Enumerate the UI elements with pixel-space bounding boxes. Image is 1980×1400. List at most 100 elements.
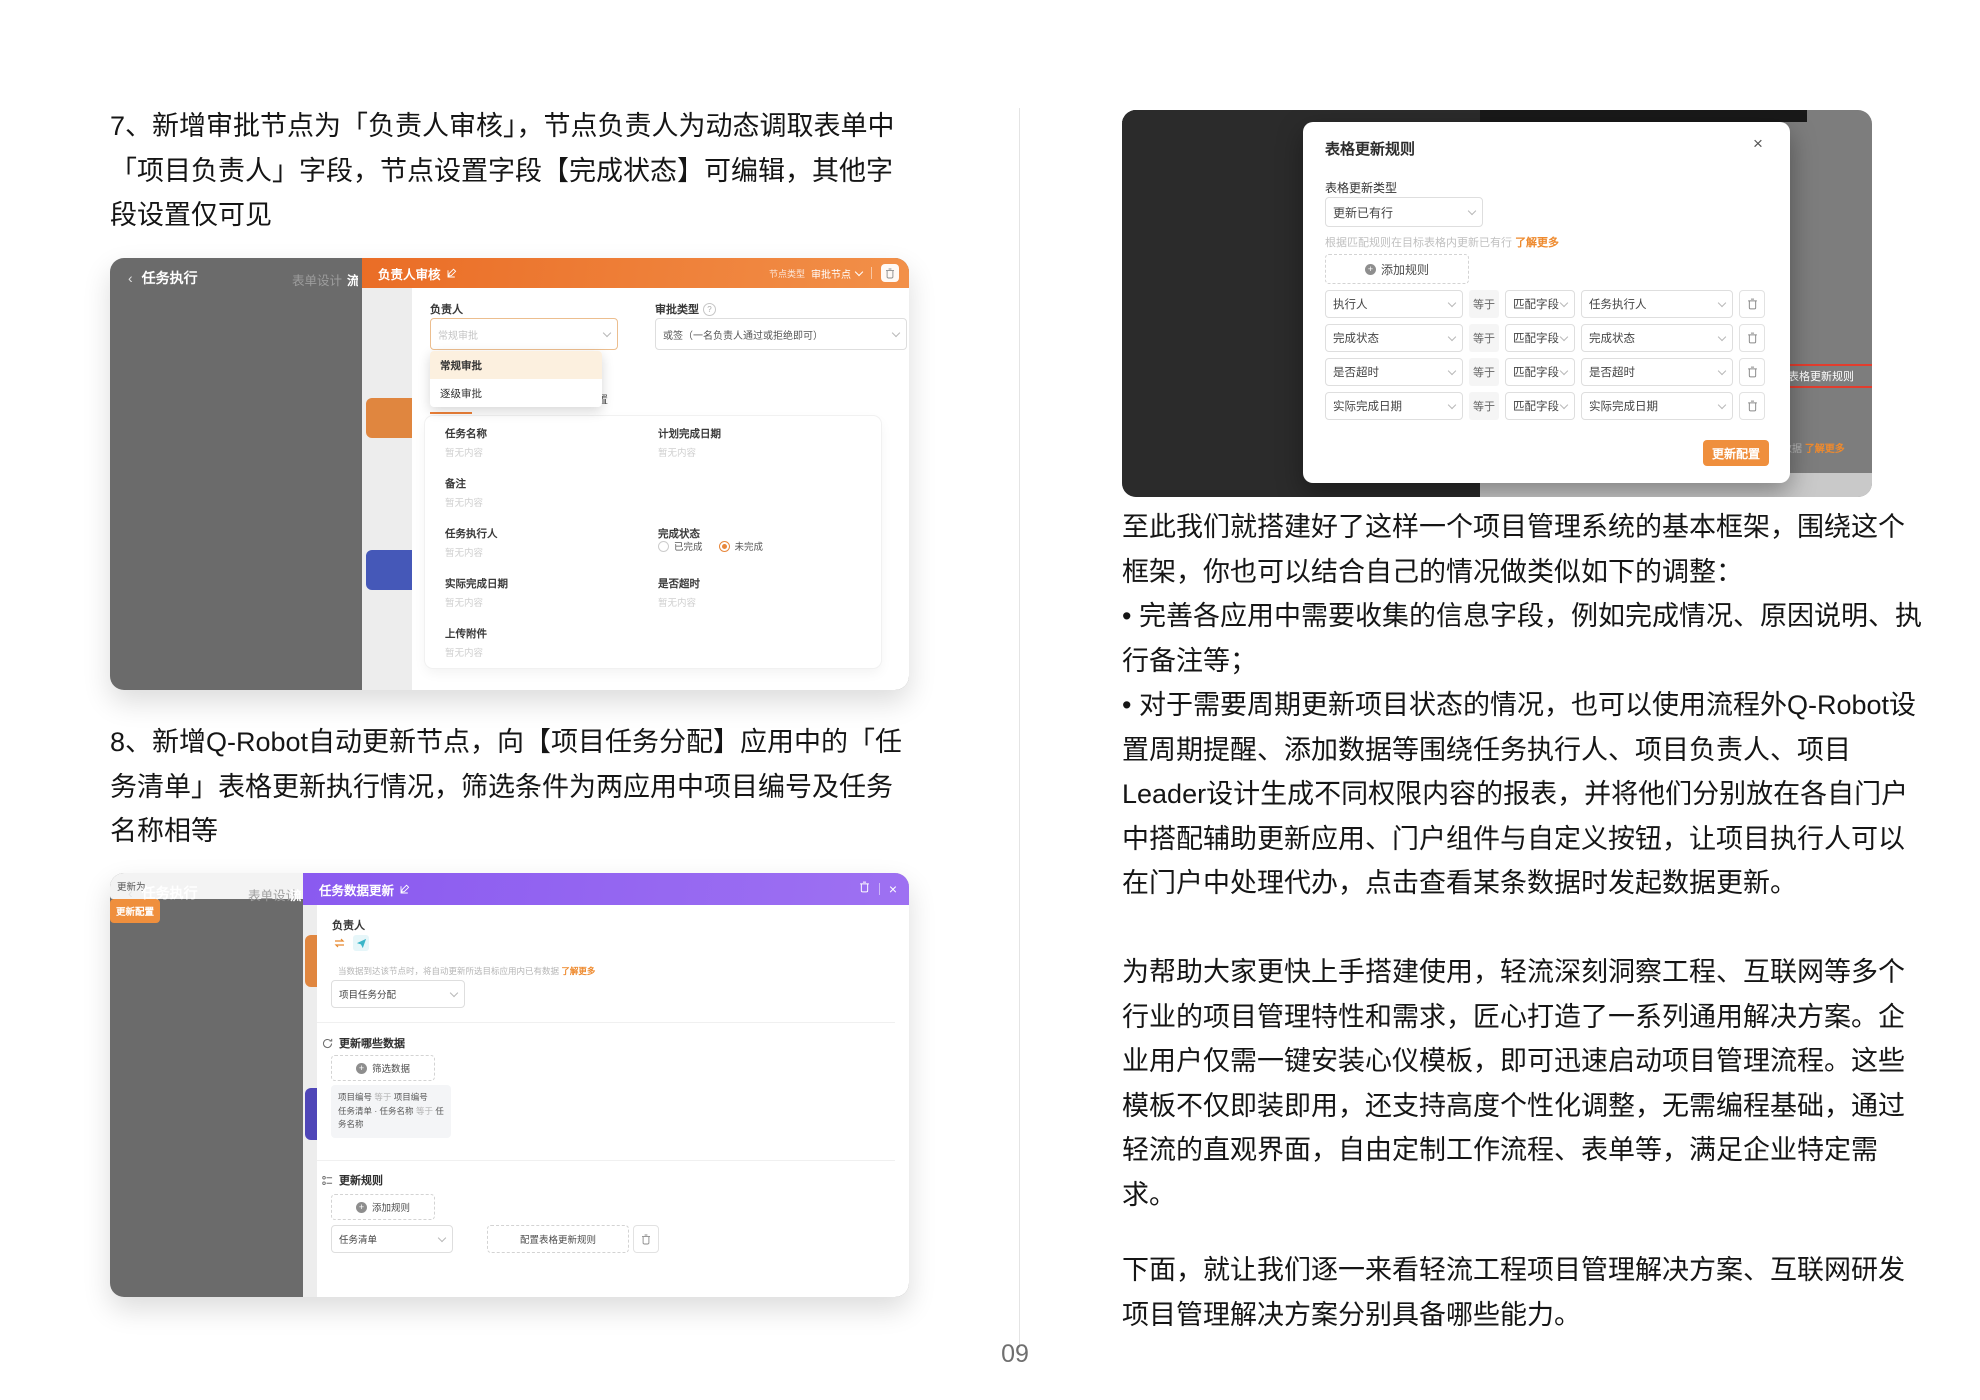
rule-table-select[interactable]: 任务清单 [331, 1225, 453, 1253]
field-empty: 暂无内容 [445, 598, 484, 609]
paragraph-bullet-1: • 完善各应用中需要收集的信息字段，例如完成情况、原因说明、执行备注等； [1122, 601, 1922, 676]
filter-conditions-panel: 项目编号 等于 项目编号 任务清单 · 任务名称 等于 任务名称 [331, 1085, 451, 1138]
add-rule-button[interactable]: + 添加规则 [331, 1194, 435, 1220]
refresh-icon [322, 1038, 333, 1049]
field-empty: 暂无内容 [445, 448, 484, 459]
divider [317, 1022, 895, 1023]
delete-rule-button[interactable] [633, 1225, 659, 1253]
drawer-header: 负责人审核 节点类型 审批节点 [362, 258, 909, 288]
learn-more-link[interactable]: 了解更多 [561, 966, 595, 976]
paragraph-step7: 7、新增审批节点为「负责人审核」，节点负责人为动态调取表单中「项目负责人」字段，… [110, 111, 895, 230]
edit-icon[interactable] [447, 268, 457, 278]
rule-operator: 等于 [1469, 392, 1499, 420]
rule-value-select[interactable]: 任务执行人 [1581, 290, 1733, 318]
dropdown-option-regular[interactable]: 常规审批 [430, 351, 602, 379]
field-label: 是否超时 [658, 578, 700, 590]
field-empty: 暂无内容 [445, 498, 484, 509]
section-update-rules: 更新规则 [322, 1172, 383, 1188]
screenshot-qrobot-node: ‹ 任务执行 表单设计 流 任务数据更新 × 负责人 当数据到达该节点时，将自动更… [110, 873, 909, 1297]
radio-done[interactable]: 已完成 [658, 539, 703, 553]
field-label: 上传附件 [445, 628, 487, 640]
rule-value-select[interactable]: 是否超时 [1581, 358, 1733, 386]
fields-card [425, 416, 881, 668]
radio-circle-icon [658, 540, 669, 552]
owner-placeholder: 常规审批 [438, 330, 478, 342]
owner-select[interactable]: 常规审批 [430, 318, 618, 350]
app-title: 任务执行 [141, 270, 198, 286]
trash-icon [1747, 332, 1757, 344]
flow-node-orange[interactable] [366, 398, 418, 438]
app-title: 任务执行 [141, 885, 198, 901]
dropdown-option-stepwise[interactable]: 逐级审批 [430, 379, 602, 407]
trash-icon [642, 1234, 650, 1244]
configure-table-rules-button[interactable]: 配置表格更新规则 [487, 1225, 629, 1253]
rule-field-select[interactable]: 是否超时 [1325, 358, 1463, 386]
canvas-header: ‹ 任务执行 [128, 883, 198, 903]
chevron-down-icon [891, 328, 901, 337]
add-rule-button[interactable]: + 添加规则 [1325, 254, 1469, 284]
divider [317, 1160, 895, 1161]
delete-rule-button[interactable] [1739, 392, 1765, 420]
rule-match-select[interactable]: 匹配字段 [1505, 358, 1575, 386]
paper-plane-icon[interactable] [353, 935, 369, 951]
swap-icon[interactable] [331, 935, 347, 951]
owner-field-label: 负责人 [430, 304, 463, 316]
back-chevron-icon[interactable]: ‹ [128, 270, 133, 286]
chevron-down-icon [449, 988, 459, 997]
chevron-down-icon [437, 1233, 447, 1242]
filter-data-button[interactable]: + 筛选数据 [331, 1055, 435, 1081]
delete-rule-button[interactable] [1739, 324, 1765, 352]
learn-more-link[interactable]: 了解更多 [1805, 444, 1845, 455]
rule-match-select[interactable]: 匹配字段 [1505, 290, 1575, 318]
rule-operator: 等于 [1469, 358, 1499, 386]
update-type-label: 表格更新类型 [1325, 181, 1398, 195]
update-config-button[interactable]: 更新配置 [1703, 440, 1769, 466]
rule-field-select[interactable]: 实际完成日期 [1325, 392, 1463, 420]
owner-field-label: 负责人 [332, 920, 365, 932]
tab-form-design[interactable]: 表单设计 [292, 270, 342, 289]
tab-flow-design-cut[interactable]: 流 [290, 885, 301, 904]
trash-icon [1747, 366, 1757, 378]
rule-field-select[interactable]: 完成状态 [1325, 324, 1463, 352]
delete-node-button[interactable] [881, 264, 899, 282]
screenshot-approval-node: ‹ 任务执行 表单设计 流 负责人审核 节点类型 审批节点 负责人 常规审批 常规… [110, 258, 909, 690]
approve-type-label: 审批类型? [655, 301, 716, 317]
learn-more-link[interactable]: 了解更多 [1515, 237, 1559, 249]
rule-value-select[interactable]: 完成状态 [1581, 324, 1733, 352]
delete-rule-button[interactable] [1739, 358, 1765, 386]
rule-field-select[interactable]: 执行人 [1325, 290, 1463, 318]
info-icon: ? [703, 302, 716, 316]
rule-match-select[interactable]: 匹配字段 [1505, 392, 1575, 420]
node-type-select[interactable]: 审批节点 [811, 266, 864, 281]
tab-flow-design-cut[interactable]: 流 [347, 270, 358, 289]
target-app-select[interactable]: 项目任务分配 [331, 980, 465, 1008]
delete-node-button[interactable] [859, 880, 870, 898]
rule-value-select[interactable]: 实际完成日期 [1581, 392, 1733, 420]
field-empty: 暂无内容 [445, 648, 484, 659]
edit-icon[interactable] [400, 884, 410, 894]
rule-operator: 等于 [1469, 290, 1499, 318]
close-icon[interactable]: × [1753, 134, 1763, 154]
delete-rule-button[interactable] [1739, 290, 1765, 318]
plus-icon: + [355, 1062, 367, 1074]
radio-undone[interactable]: 未完成 [718, 539, 763, 553]
close-icon[interactable]: × [889, 882, 897, 896]
radio-circle-icon [718, 540, 730, 552]
field-label: 备注 [445, 478, 466, 490]
update-type-select[interactable]: 更新已有行 [1325, 197, 1483, 227]
approve-type-select[interactable]: 或签（一名负责人通过或拒绝即可） [655, 318, 907, 350]
trash-icon [1747, 400, 1757, 412]
field-empty: 暂无内容 [445, 548, 484, 559]
page-number: 09 [1001, 1340, 1029, 1368]
section-which-data: 更新哪些数据 [322, 1035, 405, 1051]
plus-icon: + [355, 1201, 367, 1213]
modal-title: 表格更新规则 [1325, 141, 1416, 158]
paragraph-bullet-2: • 对于需要周期更新项目状态的情况，也可以使用流程外Q-Robot设置周期提醒、… [1122, 690, 1916, 898]
paragraph-templates: 为帮助大家更快上手搭建使用，轻流深刻洞察工程、互联网等多个行业的项目管理特性和需… [1122, 957, 1905, 1210]
flow-canvas-strip [362, 288, 412, 690]
highlighted-config-button[interactable]: 表格更新规则 [1780, 364, 1872, 388]
rule-match-select[interactable]: 匹配字段 [1505, 324, 1575, 352]
back-chevron-icon[interactable]: ‹ [128, 885, 133, 901]
flow-node-blue[interactable] [366, 550, 418, 590]
paragraph-step8: 8、新增Q-Robot自动更新节点，向【项目任务分配】应用中的「任务清单」表格更… [110, 727, 903, 846]
